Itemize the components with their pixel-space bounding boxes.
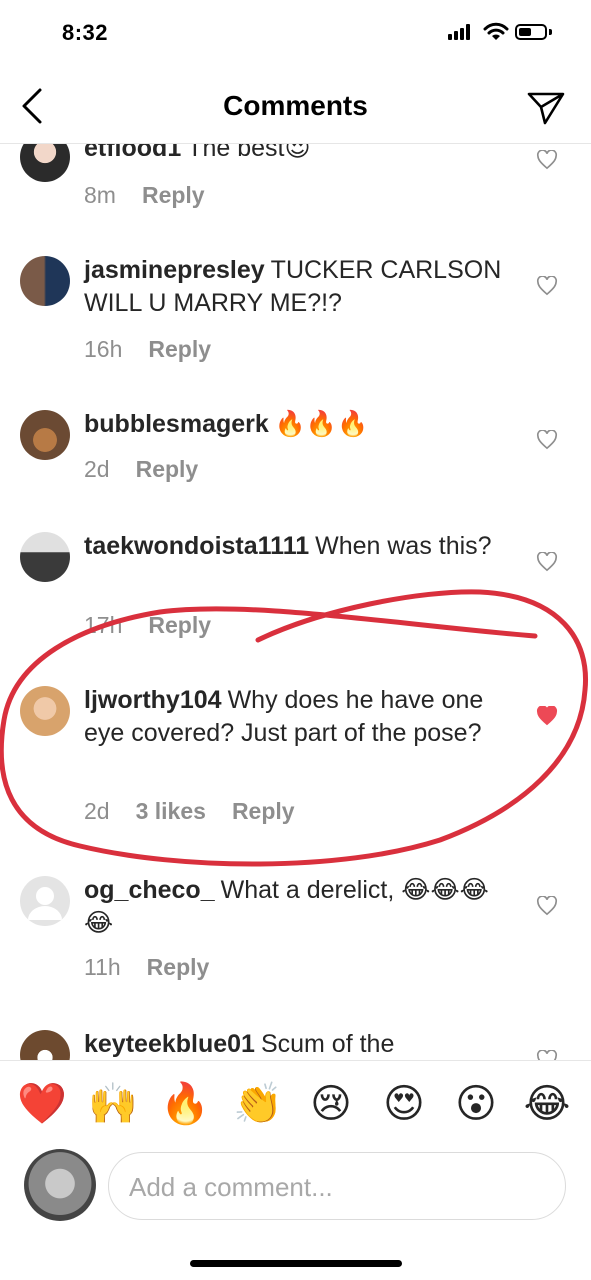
comment-meta: 8m Reply [84, 182, 231, 209]
red-heart-emoji[interactable]: ❤️ [17, 1079, 67, 1129]
avatar[interactable] [20, 256, 70, 306]
surprised-face-emoji[interactable]: 😮 [451, 1079, 501, 1129]
comment-username[interactable]: ljworthy104 [84, 686, 222, 714]
wifi-icon [483, 22, 509, 40]
comment-username[interactable]: bubblesmagerk [84, 410, 269, 438]
comment-meta: 2d Reply [84, 456, 224, 483]
status-time: 8:32 [62, 20, 109, 45]
crying-face-emoji[interactable]: 😢 [306, 1079, 356, 1129]
heart-eyes-emoji[interactable]: 😍 [379, 1079, 429, 1129]
page-title: Comments [223, 90, 368, 121]
comment-time: 17h [84, 612, 123, 638]
tears-of-joy-emoji[interactable]: 😂 [522, 1079, 572, 1129]
avatar[interactable] [20, 1030, 70, 1060]
heart-icon[interactable] [536, 1050, 558, 1060]
comment-text: etflood1 The best😍 [84, 144, 514, 165]
heart-icon[interactable] [536, 552, 558, 572]
comment-text: og_checo_ What a derelict, 😂😂😂😂 [84, 874, 514, 940]
avatar[interactable] [20, 686, 70, 736]
comment-input-container [108, 1152, 566, 1220]
comment-username[interactable]: og_checo_ [84, 876, 215, 904]
reply-button[interactable]: Reply [136, 456, 199, 482]
reply-button[interactable]: Reply [148, 336, 211, 362]
comment-likes[interactable]: 3 likes [136, 798, 206, 824]
comment-time: 2d [84, 456, 110, 482]
comment-time: 8m [84, 182, 116, 208]
comment-meta: 16h Reply [84, 336, 237, 363]
comment-username[interactable]: jasminepresley [84, 256, 265, 284]
comment-text: jasminepresley TUCKER CARLSON WILL U MARR… [84, 254, 514, 320]
comment-time: 16h [84, 336, 123, 362]
avatar[interactable] [20, 876, 70, 926]
avatar[interactable] [20, 532, 70, 582]
heart-icon[interactable] [536, 430, 558, 450]
reply-button[interactable]: Reply [142, 182, 205, 208]
battery-icon [515, 24, 547, 40]
comment-username[interactable]: keyteekblue01 [84, 1030, 255, 1058]
paper-plane-icon[interactable] [526, 90, 566, 126]
comment-time: 2d [84, 798, 110, 824]
comment-body: Scum of the [260, 1030, 395, 1058]
comment-body: 🔥🔥🔥 [274, 410, 369, 438]
comment-meta: 11h Reply [84, 954, 235, 981]
comment-text: bubblesmagerk 🔥🔥🔥 [84, 408, 514, 441]
current-user-avatar[interactable] [24, 1149, 96, 1221]
heart-filled-icon[interactable] [536, 706, 558, 726]
comment-username[interactable]: taekwondoista1111 [84, 532, 309, 560]
comment-time: 11h [84, 954, 121, 980]
heart-icon[interactable] [536, 896, 558, 916]
comment-meta: 2d 3 likes Reply [84, 798, 321, 825]
home-indicator[interactable] [190, 1260, 402, 1267]
emoji-reaction-bar: ❤️ 🙌 🔥 👏 😢 😍 😮 😂 [0, 1060, 591, 1150]
comment-list[interactable]: etflood1 The best😍 8m Reply jasminepresley… [0, 144, 591, 1060]
comment-username[interactable]: etflood1 [84, 144, 181, 162]
comment-meta: 17h Reply [84, 612, 237, 639]
avatar[interactable] [20, 410, 70, 460]
reply-button[interactable]: Reply [232, 798, 295, 824]
default-avatar-icon [28, 887, 62, 920]
heart-icon[interactable] [536, 276, 558, 296]
avatar[interactable] [20, 144, 70, 182]
reply-button[interactable]: Reply [148, 612, 211, 638]
fire-emoji[interactable]: 🔥 [160, 1079, 210, 1129]
comment-input[interactable] [129, 1167, 549, 1207]
comments-header: Comments [0, 64, 591, 146]
battery-tip [549, 29, 552, 35]
clapping-hands-emoji[interactable]: 👏 [233, 1079, 283, 1129]
reply-button[interactable]: Reply [147, 954, 210, 980]
comment-body: When was this? [315, 532, 492, 560]
cellular-signal-icon [448, 24, 474, 40]
comment-text: ljworthy104 Why does he have one eye cove… [84, 684, 514, 750]
heart-icon[interactable] [536, 150, 558, 170]
comment-body: The best😍 [187, 144, 311, 162]
comment-text: keyteekblue01 Scum of the [84, 1028, 514, 1060]
raised-hands-emoji[interactable]: 🙌 [88, 1079, 138, 1129]
comment-text: taekwondoista1111 When was this? [84, 530, 514, 563]
